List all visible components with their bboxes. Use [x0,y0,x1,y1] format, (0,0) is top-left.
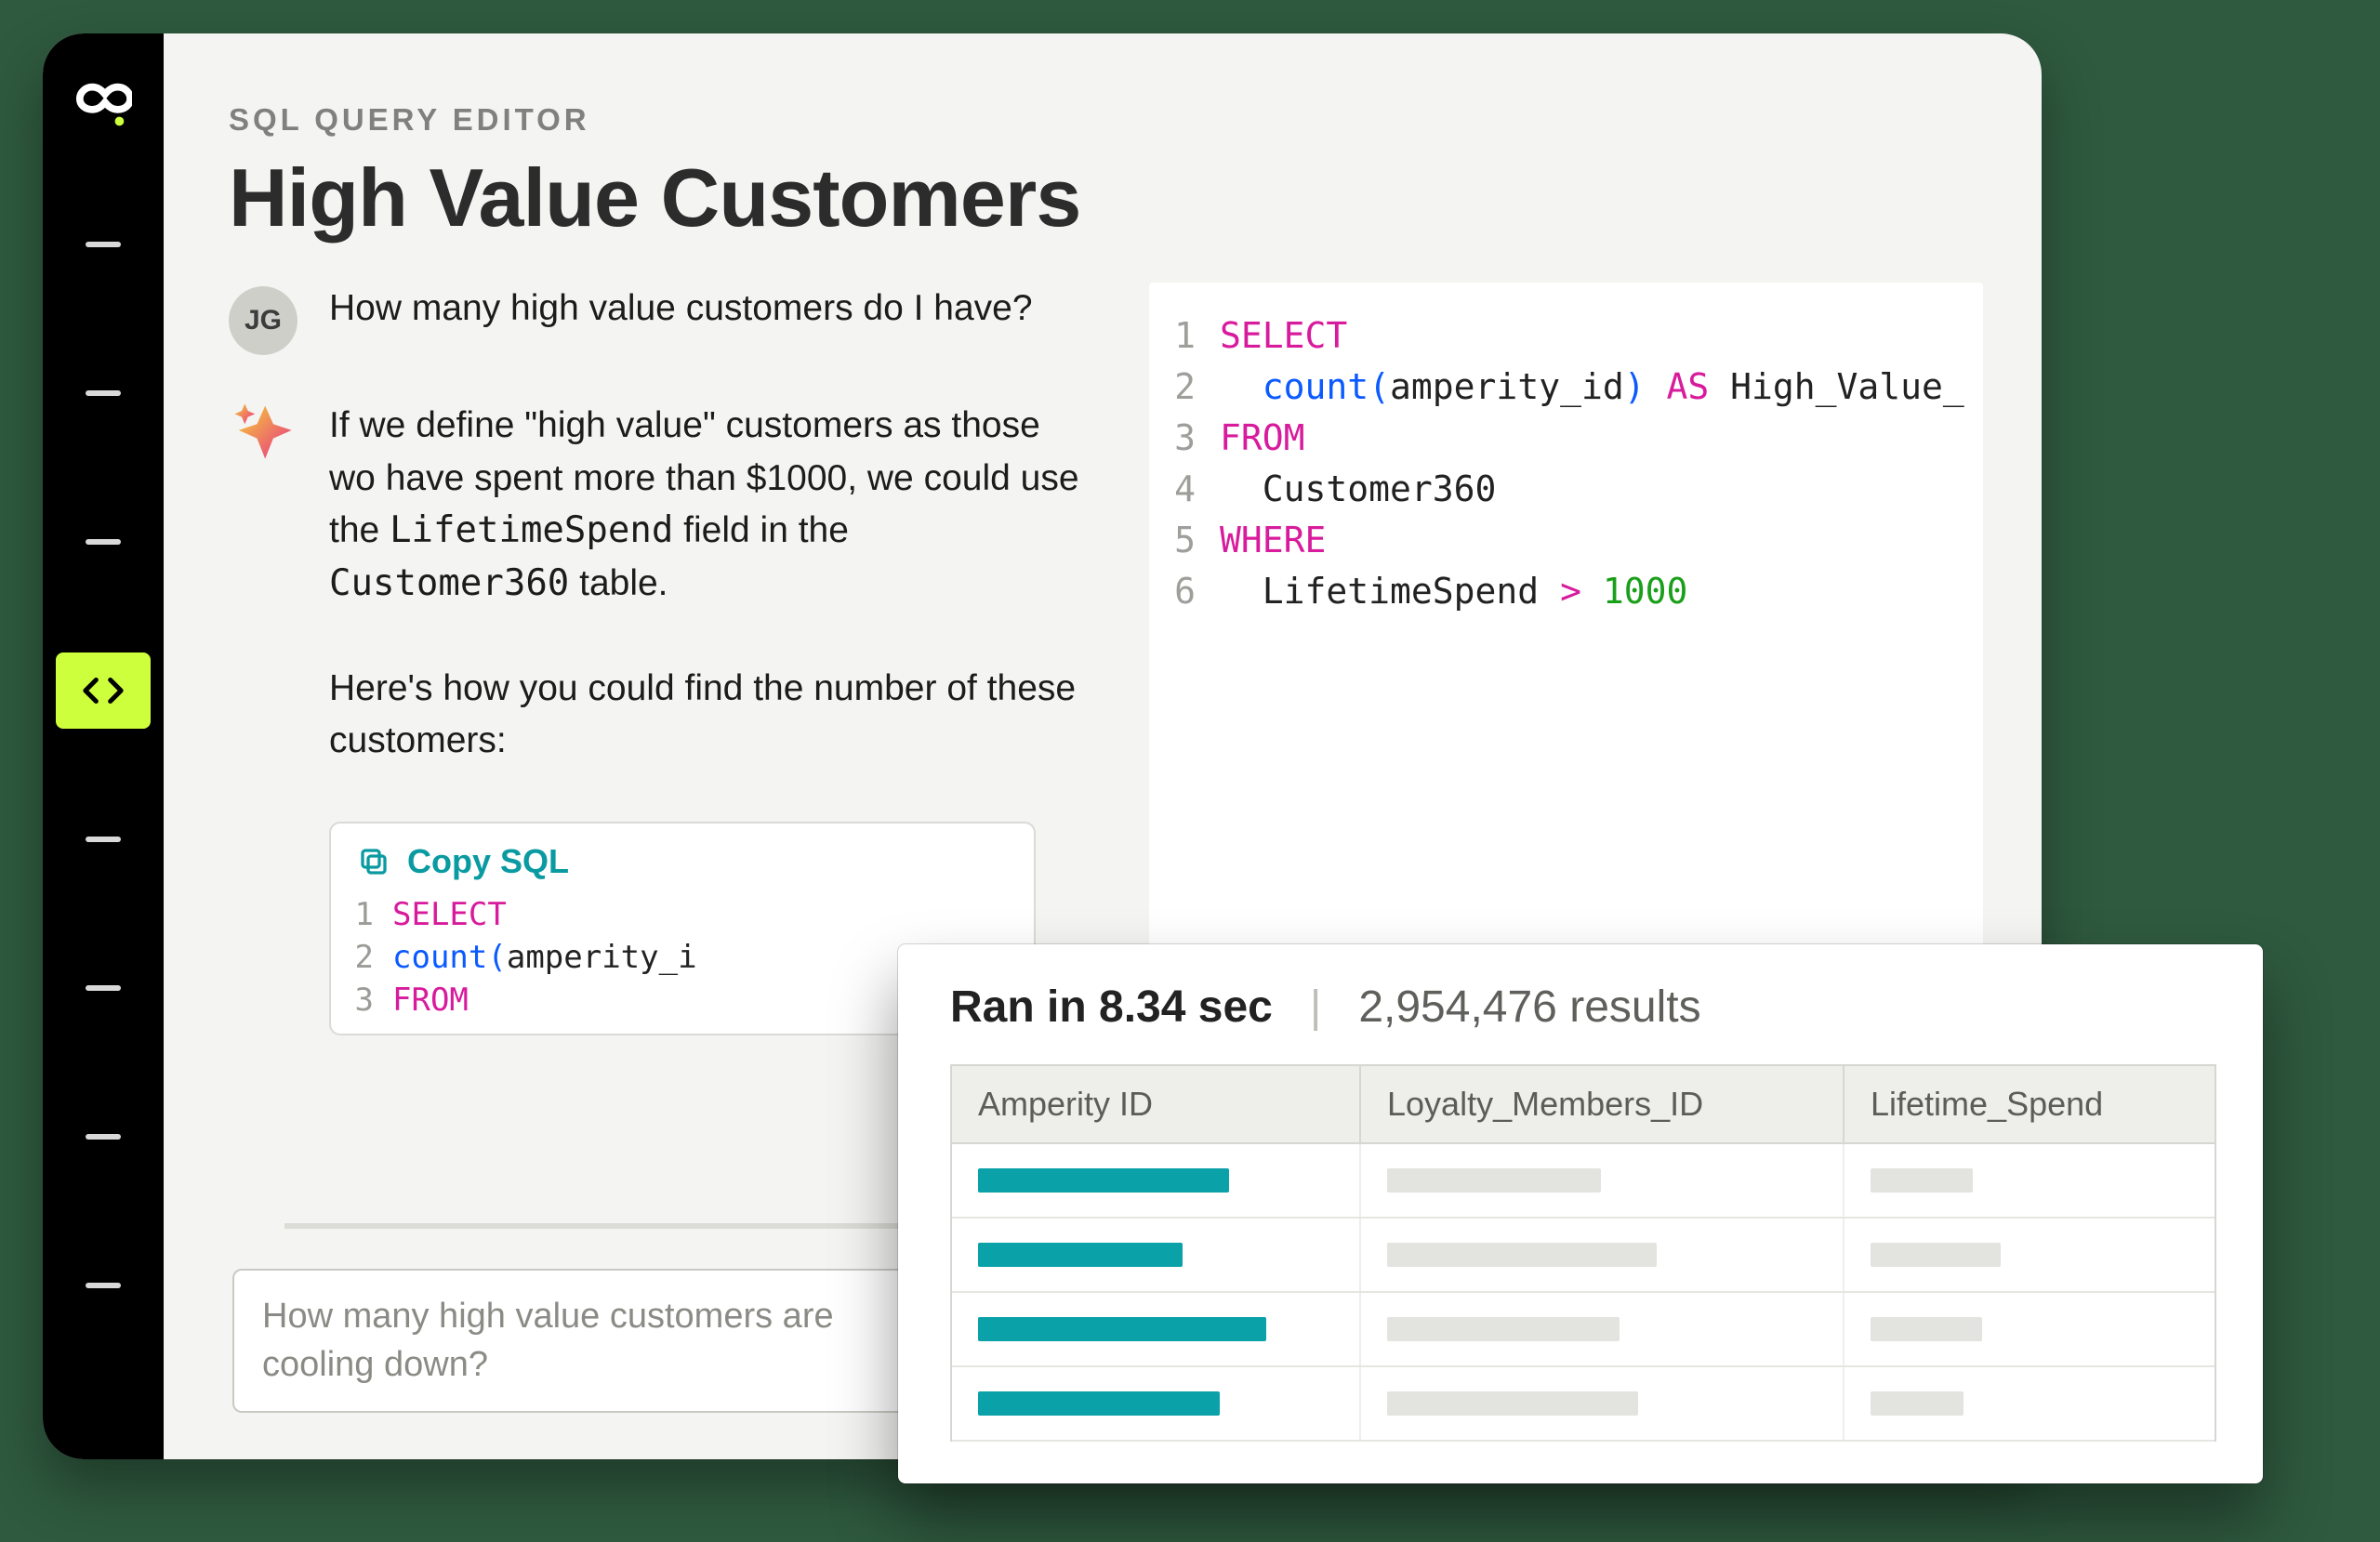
page-eyebrow: SQL QUERY EDITOR [229,102,1983,138]
line-number: 6 [1162,566,1220,617]
editor-line[interactable]: 3FROM [1162,413,1964,464]
line-number: 4 [1162,464,1220,515]
user-avatar: JG [229,286,298,355]
cell-placeholder [1387,1391,1638,1416]
cell-placeholder [978,1317,1266,1341]
results-col-amperity-id[interactable]: Amperity ID [952,1066,1361,1142]
sidebar-nav-item[interactable] [56,355,151,431]
cell-placeholder [1871,1243,2001,1267]
results-col-lifetime-spend[interactable]: Lifetime_Spend [1844,1066,2215,1142]
results-header-row: Amperity ID Loyalty_Members_ID Lifetime_… [952,1066,2215,1144]
cell-placeholder [1387,1168,1601,1193]
cell-placeholder [1871,1391,1964,1416]
code-icon [82,669,125,712]
line-number: 2 [1162,362,1220,413]
cell-placeholder [1871,1168,1973,1193]
page-title: High Value Customers [229,151,1983,245]
copy-sql-button[interactable]: Copy SQL [331,824,1034,889]
line-number: 5 [1162,515,1220,566]
results-runtime: Ran in 8.34 sec [950,982,1273,1033]
table-row[interactable] [952,1144,2215,1219]
nav-placeholder-icon [86,539,121,545]
sidebar-nav-item[interactable] [56,1247,151,1324]
nav-placeholder-icon [86,1283,121,1288]
sidebar-nav-item[interactable] [56,1099,151,1175]
cell-placeholder [1387,1317,1620,1341]
table-row[interactable] [952,1219,2215,1293]
chat-prompt-input[interactable]: How many high value customers are coolin… [232,1269,939,1413]
query-results-panel: Ran in 8.34 sec | 2,954,476 results Ampe… [898,944,2263,1483]
results-count: 2,954,476 results [1358,982,1700,1033]
cell-placeholder [978,1391,1220,1416]
copy-icon [357,845,390,878]
sidebar-nav-item[interactable] [56,801,151,877]
nav-placeholder-icon [86,390,121,396]
copy-sql-label: Copy SQL [407,842,569,881]
nav-placeholder-icon [86,837,121,842]
cell-placeholder [978,1243,1183,1267]
editor-line[interactable]: 1SELECT [1162,310,1964,362]
sidebar-nav-item[interactable] [56,950,151,1026]
ai-message-text: If we define "high value" customers as t… [329,400,1093,768]
nav-placeholder-icon [86,1134,121,1140]
snippet-line: 1SELECT [340,894,1034,937]
editor-line[interactable]: 2 count(amperity_id) AS High_Value_ [1162,362,1964,413]
cell-placeholder [978,1168,1229,1193]
editor-line[interactable]: 5WHERE [1162,515,1964,566]
table-row[interactable] [952,1367,2215,1442]
sidebar-nav-item[interactable] [56,206,151,283]
sidebar-nav-item[interactable] [56,504,151,580]
brand-logo-icon [74,76,132,134]
chat-user-message: JG How many high value customers do I ha… [229,283,1093,355]
cell-placeholder [1871,1317,1982,1341]
nav-placeholder-icon [86,985,121,991]
chat-ai-message: If we define "high value" customers as t… [229,400,1093,768]
sidebar [43,33,164,1459]
line-number: 1 [1162,310,1220,362]
user-message-text: How many high value customers do I have? [329,283,1033,355]
results-col-loyalty-id[interactable]: Loyalty_Members_ID [1361,1066,1844,1142]
editor-line[interactable]: 6 LifetimeSpend > 1000 [1162,566,1964,617]
table-row[interactable] [952,1293,2215,1367]
cell-placeholder [1387,1243,1657,1267]
line-number: 3 [1162,413,1220,464]
sidebar-nav-item[interactable] [56,652,151,729]
sparkle-icon [229,400,298,468]
nav-placeholder-icon [86,242,121,247]
results-table: Amperity ID Loyalty_Members_ID Lifetime_… [950,1064,2216,1442]
results-divider: | [1310,982,1321,1033]
sql-editor[interactable]: 1SELECT2 count(amperity_id) AS High_Valu… [1149,283,1983,1008]
editor-line[interactable]: 4 Customer360 [1162,464,1964,515]
